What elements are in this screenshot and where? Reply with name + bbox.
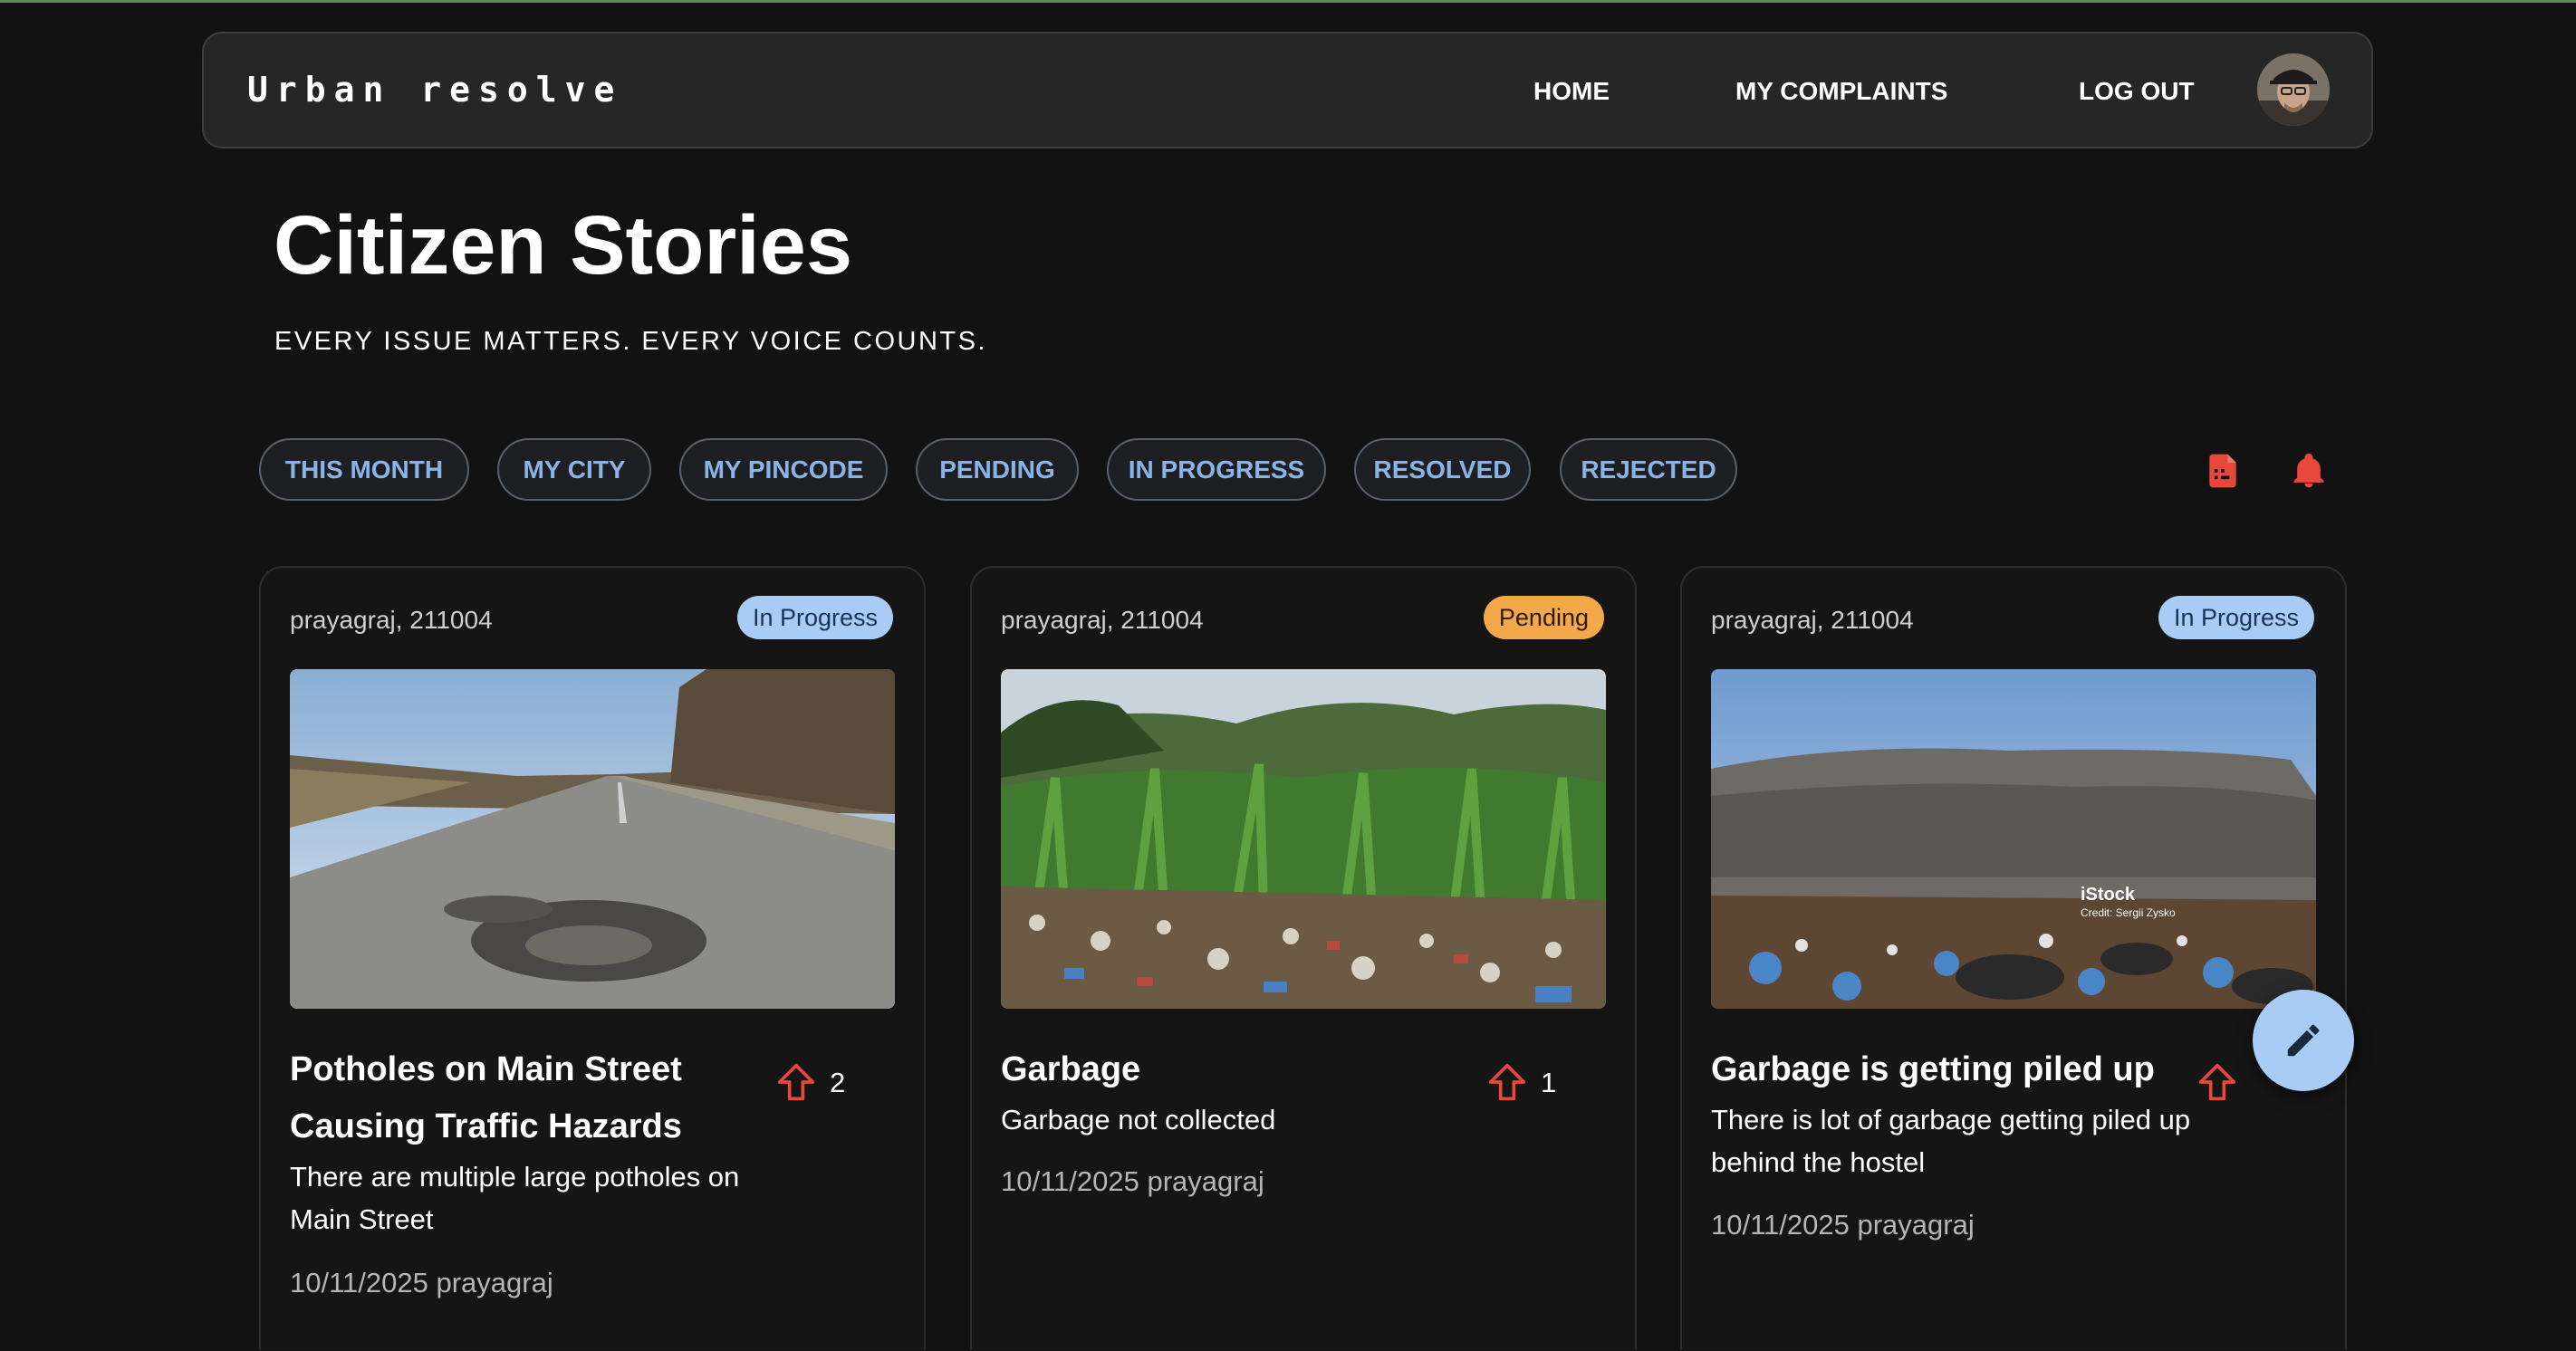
- card-title: Potholes on Main Street Causing Traffic …: [290, 1050, 682, 1145]
- filter-rejected[interactable]: REJECTED: [1560, 438, 1737, 501]
- filter-pending[interactable]: PENDING: [916, 438, 1079, 501]
- upvote-arrow-icon[interactable]: [2197, 1061, 2237, 1103]
- card-date-city: 10/11/2025 prayagraj: [1001, 1165, 1264, 1197]
- page-title: Citizen Stories: [274, 199, 853, 292]
- upvote-count: 1: [1541, 1067, 1557, 1098]
- navbar: Urban resolve HOME MY COMPLAINTS LOG OUT: [202, 32, 2373, 149]
- upvote-arrow-icon[interactable]: [776, 1061, 816, 1103]
- card-description: Garbage not collected: [1001, 1104, 1276, 1135]
- nav-my-complaints-link[interactable]: MY COMPLAINTS: [1735, 77, 1947, 106]
- card-title: Garbage is getting piled up: [1711, 1050, 2155, 1088]
- card-image: iStock Credit: Sergii Zysko: [1711, 669, 2316, 1009]
- report-icon[interactable]: [2203, 451, 2243, 491]
- nav-logout-link[interactable]: LOG OUT: [2079, 77, 2195, 106]
- nav-home-link[interactable]: HOME: [1533, 77, 1610, 106]
- card-image: [290, 669, 895, 1009]
- top-accent-line: [0, 0, 2576, 3]
- avatar-image: [2257, 53, 2330, 126]
- card-location: prayagraj, 211004: [1001, 606, 1204, 634]
- image-credit: Credit: Sergii Zysko: [2081, 906, 2176, 919]
- filter-my-city[interactable]: MY CITY: [497, 438, 651, 501]
- upvote-count: 2: [830, 1067, 846, 1098]
- filter-this-month[interactable]: THIS MONTH: [259, 438, 469, 501]
- card-date-city: 10/11/2025 prayagraj: [1711, 1209, 1975, 1241]
- user-avatar[interactable]: [2257, 53, 2330, 126]
- bell-icon[interactable]: [2289, 451, 2329, 491]
- brand-logo[interactable]: Urban resolve: [247, 70, 622, 110]
- complaint-card[interactable]: prayagraj, 211004 In Progress iStock Cre…: [1680, 566, 2347, 1350]
- status-badge: In Progress: [736, 596, 893, 639]
- card-location: prayagraj, 211004: [290, 606, 493, 634]
- status-badge: Pending: [1483, 596, 1604, 639]
- card-location: prayagraj, 211004: [1711, 606, 1914, 634]
- complaint-card[interactable]: prayagraj, 211004 In Progress Potholes o…: [259, 566, 926, 1350]
- card-date-city: 10/11/2025 prayagraj: [290, 1267, 553, 1298]
- card-description: There is lot of garbage getting piled up…: [1711, 1104, 2191, 1178]
- filter-resolved[interactable]: RESOLVED: [1354, 438, 1531, 501]
- image-watermark: iStock: [2081, 885, 2136, 905]
- card-description: There are multiple large potholes on Mai…: [290, 1161, 740, 1235]
- filter-in-progress[interactable]: IN PROGRESS: [1107, 438, 1326, 501]
- card-title: Garbage: [1001, 1050, 1141, 1088]
- complaint-card[interactable]: prayagraj, 211004 Pending Garbage Garbag…: [970, 566, 1637, 1350]
- new-complaint-button[interactable]: [2253, 990, 2354, 1091]
- card-image: [1001, 669, 1606, 1009]
- filter-my-pincode[interactable]: MY PINCODE: [679, 438, 888, 501]
- page-subtitle: EVERY ISSUE MATTERS. EVERY VOICE COUNTS.: [274, 327, 988, 356]
- upvote-arrow-icon[interactable]: [1487, 1061, 1527, 1103]
- status-badge: In Progress: [2158, 596, 2314, 639]
- pencil-icon: [2287, 1024, 2320, 1057]
